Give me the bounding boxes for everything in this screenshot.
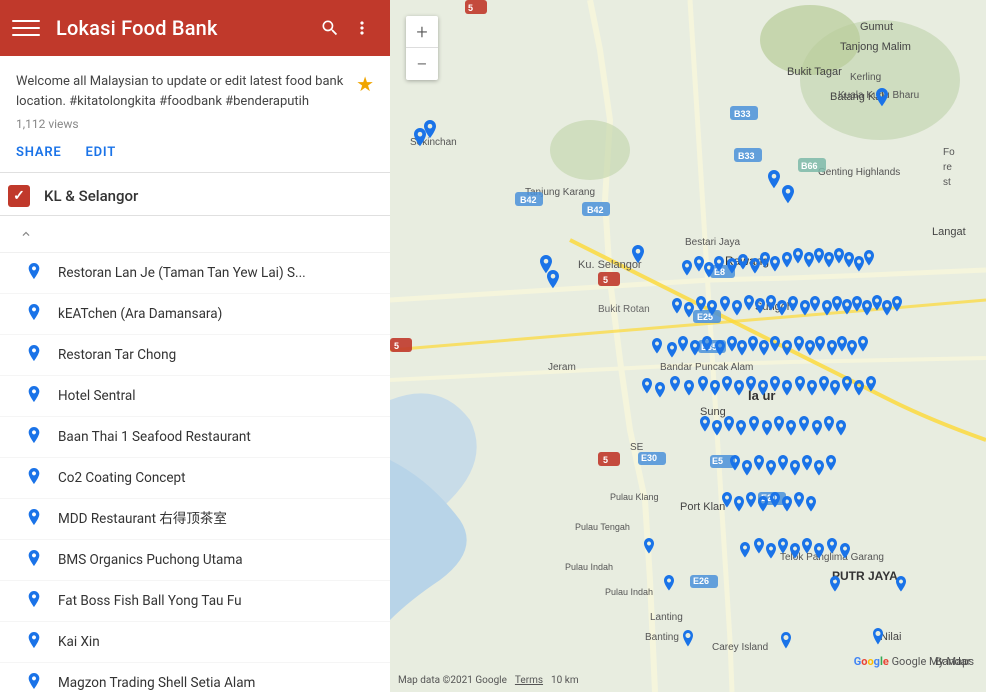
svg-text:Bandar Puncak Alam: Bandar Puncak Alam xyxy=(660,362,753,373)
svg-text:re: re xyxy=(943,162,952,173)
share-button[interactable]: SHARE xyxy=(16,141,62,164)
svg-text:Genting Highlands: Genting Highlands xyxy=(818,167,900,178)
list-item[interactable]: Restoran Lan Je (Taman Tan Yew Lai) S... xyxy=(0,253,390,294)
list-item[interactable]: MDD Restaurant 右得顶茶室 xyxy=(0,499,390,540)
svg-text:Pulau Indah: Pulau Indah xyxy=(605,587,653,597)
star-icon[interactable]: ★ xyxy=(356,72,374,96)
pin-icon xyxy=(24,345,44,365)
item-name: Magzon Trading Shell Setia Alam xyxy=(58,674,255,692)
scale-label: 10 km xyxy=(551,675,579,686)
attribution-text: Map data ©2021 Google xyxy=(398,675,507,686)
svg-text:Bestari Jaya: Bestari Jaya xyxy=(685,237,740,248)
app-header: Lokasi Food Bank xyxy=(0,0,390,56)
item-name: kEATchen (Ara Damansara) xyxy=(58,305,222,324)
category-header: KL & Selangor xyxy=(0,173,390,216)
svg-text:E5: E5 xyxy=(712,456,723,466)
map-controls: + − xyxy=(406,16,438,80)
map-attribution: Map data ©2021 Google Terms 10 km xyxy=(398,675,579,686)
list-item[interactable]: Kai Xin xyxy=(0,622,390,663)
svg-text:5: 5 xyxy=(603,275,608,285)
item-name: Restoran Tar Chong xyxy=(58,346,176,365)
svg-text:SE: SE xyxy=(630,442,644,453)
pin-icon xyxy=(24,591,44,611)
svg-text:5: 5 xyxy=(468,3,473,13)
pin-icon xyxy=(24,509,44,529)
svg-text:B33: B33 xyxy=(734,109,751,119)
svg-text:Bukit Rotan: Bukit Rotan xyxy=(598,304,650,315)
item-name: MDD Restaurant 右得顶茶室 xyxy=(58,510,227,529)
app-title: Lokasi Food Bank xyxy=(56,16,314,40)
left-panel: Lokasi Food Bank Welcome all Malaysian t… xyxy=(0,0,390,692)
zoom-in-button[interactable]: + xyxy=(406,16,438,48)
list-item[interactable]: Co2 Coating Concept xyxy=(0,458,390,499)
item-name: Fat Boss Fish Ball Yong Tau Fu xyxy=(58,592,242,611)
pin-icon xyxy=(24,386,44,406)
svg-text:Kerling: Kerling xyxy=(850,72,881,83)
menu-icon[interactable] xyxy=(12,14,40,42)
pin-icon xyxy=(24,263,44,283)
svg-text:Tanjong Malim: Tanjong Malim xyxy=(840,41,911,53)
svg-text:Pulau Indah: Pulau Indah xyxy=(565,562,613,572)
item-name: Kai Xin xyxy=(58,633,100,652)
category-checkbox[interactable] xyxy=(8,185,30,207)
item-name: Baan Thai 1 Seafood Restaurant xyxy=(58,428,251,447)
pin-icon xyxy=(24,550,44,570)
map-section[interactable]: Ku. Selangor Bukit Rotan Jeram Bandar Pu… xyxy=(390,0,986,692)
svg-text:Pulau Tengah: Pulau Tengah xyxy=(575,522,630,532)
svg-text:5: 5 xyxy=(603,455,608,465)
chevron-up-icon xyxy=(16,224,36,244)
info-description: Welcome all Malaysian to update or edit … xyxy=(16,72,348,111)
google-maps-logo: Google Google My Maps xyxy=(854,655,974,668)
info-section: Welcome all Malaysian to update or edit … xyxy=(0,56,390,173)
list-item[interactable]: Hotel Sentral xyxy=(0,376,390,417)
item-name: Hotel Sentral xyxy=(58,387,136,406)
svg-text:Carey Island: Carey Island xyxy=(712,642,768,653)
terms-link[interactable]: Terms xyxy=(515,675,543,686)
list-section: KL & Selangor Restoran Lan Je (Taman Tan… xyxy=(0,173,390,692)
svg-text:Langat: Langat xyxy=(932,226,966,238)
svg-text:Fo: Fo xyxy=(943,147,955,158)
views-count: 1,112 views xyxy=(16,117,374,131)
pin-icon xyxy=(24,304,44,324)
svg-text:Nilai: Nilai xyxy=(880,631,901,643)
list-item[interactable]: Baan Thai 1 Seafood Restaurant xyxy=(0,417,390,458)
svg-text:B42: B42 xyxy=(520,195,537,205)
svg-text:5: 5 xyxy=(394,341,399,351)
pin-icon xyxy=(24,468,44,488)
item-name: Co2 Coating Concept xyxy=(58,469,186,488)
svg-text:Banting: Banting xyxy=(645,632,679,643)
item-name: BMS Organics Puchong Utama xyxy=(58,551,243,570)
edit-button[interactable]: EDIT xyxy=(86,141,117,164)
pin-icon xyxy=(24,632,44,652)
svg-text:PUTR JAYA: PUTR JAYA xyxy=(832,569,898,583)
svg-text:E26: E26 xyxy=(693,576,709,586)
svg-text:Ku. Selangor: Ku. Selangor xyxy=(578,259,642,271)
svg-text:st: st xyxy=(943,177,951,188)
zoom-out-button[interactable]: − xyxy=(406,48,438,80)
svg-text:Jeram: Jeram xyxy=(548,362,576,373)
svg-text:B42: B42 xyxy=(587,205,604,215)
map-canvas: Ku. Selangor Bukit Rotan Jeram Bandar Pu… xyxy=(390,0,986,692)
list-item[interactable]: Fat Boss Fish Ball Yong Tau Fu xyxy=(0,581,390,622)
svg-text:Bukit Tagar: Bukit Tagar xyxy=(787,66,842,78)
pin-icon xyxy=(24,673,44,692)
svg-text:Pulau Klang: Pulau Klang xyxy=(610,492,659,502)
list-item[interactable]: Magzon Trading Shell Setia Alam xyxy=(0,663,390,692)
svg-text:Gumut: Gumut xyxy=(860,21,893,33)
svg-text:Lanting: Lanting xyxy=(650,612,683,623)
list-item[interactable]: kEATchen (Ara Damansara) xyxy=(0,294,390,335)
search-icon[interactable] xyxy=(314,12,346,44)
item-name: Restoran Lan Je (Taman Tan Yew Lai) S... xyxy=(58,264,306,283)
list-item[interactable]: BMS Organics Puchong Utama xyxy=(0,540,390,581)
svg-text:B33: B33 xyxy=(738,151,755,161)
more-options-icon[interactable] xyxy=(346,12,378,44)
category-label: KL & Selangor xyxy=(44,187,374,205)
svg-text:E30: E30 xyxy=(641,453,657,463)
my-maps-label: Google My Maps xyxy=(892,655,974,668)
pin-icon xyxy=(24,427,44,447)
list-item[interactable]: Restoran Tar Chong xyxy=(0,335,390,376)
subcategory-expand-row[interactable] xyxy=(0,216,390,253)
svg-text:Port Klan: Port Klan xyxy=(680,501,725,513)
svg-text:B66: B66 xyxy=(801,161,818,171)
